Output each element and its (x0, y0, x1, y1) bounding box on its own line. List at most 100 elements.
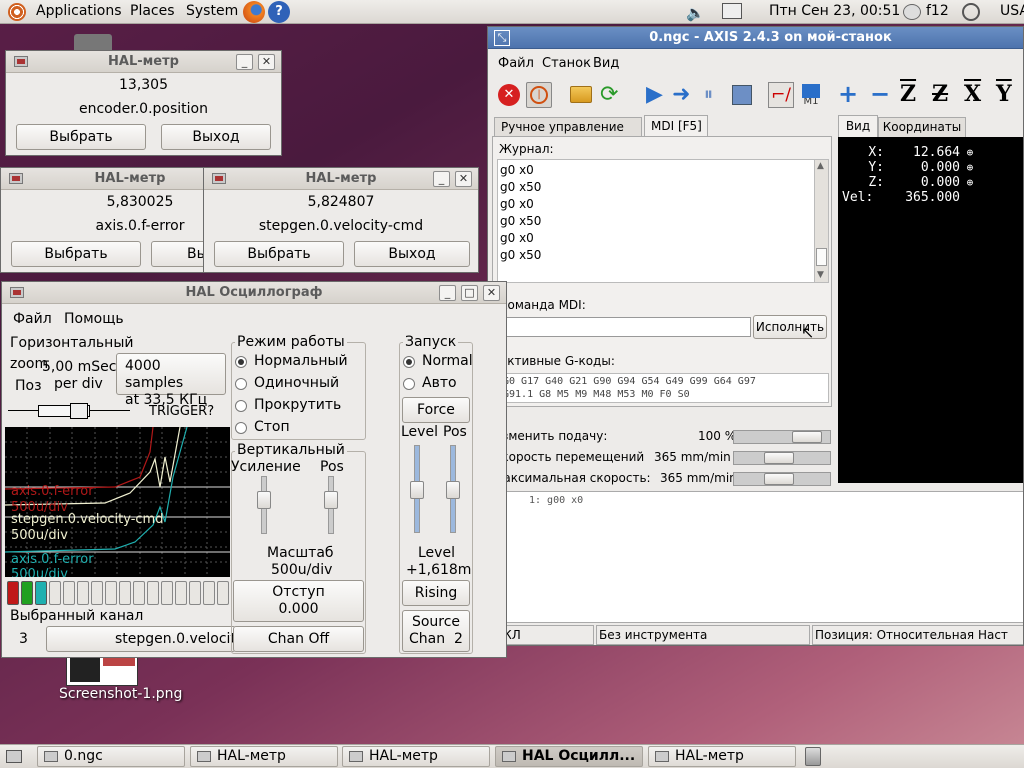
journal-entry[interactable]: g0 x50 (500, 213, 541, 230)
estop-icon[interactable]: ✕ (498, 84, 520, 106)
applications-menu[interactable]: Applications (36, 3, 122, 19)
mode-single-radio[interactable] (235, 378, 247, 390)
jog-speed-slider[interactable] (733, 451, 831, 465)
channel-7-button[interactable] (91, 581, 103, 605)
offset-button[interactable]: Отступ 0.000 (233, 580, 364, 622)
slider-thumb[interactable] (257, 491, 271, 509)
run-auto-radio[interactable] (403, 378, 415, 390)
run-normal-label[interactable]: Normal (422, 353, 473, 369)
clock[interactable]: Птн Сен 23, 00:51 (769, 3, 900, 19)
max-velocity-slider[interactable] (733, 472, 831, 486)
slider-thumb[interactable] (324, 491, 338, 509)
position-slider[interactable] (8, 403, 130, 419)
journal-entry[interactable]: g0 x0 (500, 162, 541, 179)
run-icon[interactable]: ▶ (646, 82, 663, 107)
force-button[interactable]: Force (402, 397, 470, 423)
channel-16-button[interactable] (217, 581, 229, 605)
select-button[interactable]: Выбрать (214, 241, 344, 267)
journal-entry[interactable]: g0 x50 (500, 179, 541, 196)
mode-stop-label[interactable]: Стоп (254, 419, 290, 435)
titlebar[interactable]: HAL Осциллограф _ □ ✕ (2, 282, 506, 304)
select-button[interactable]: Выбрать (16, 124, 146, 150)
minimize-icon[interactable]: _ (433, 171, 450, 187)
menu-file[interactable]: Файл (498, 56, 534, 71)
power-icon[interactable] (962, 3, 980, 21)
channel-4-button[interactable] (49, 581, 61, 605)
exit-button[interactable]: Выход (161, 124, 271, 150)
feed-override-slider[interactable] (733, 430, 831, 444)
tab-manual[interactable]: Ручное управление [F3] (494, 117, 642, 153)
titlebar[interactable]: HAL-метр _ ✕ (204, 168, 478, 190)
mode-roll-radio[interactable] (235, 400, 247, 412)
run-normal-radio[interactable] (403, 356, 415, 368)
close-icon[interactable]: ✕ (258, 54, 275, 70)
slider-thumb[interactable] (764, 452, 794, 464)
tab-coordinates[interactable]: Координаты (878, 117, 966, 137)
close-icon[interactable]: ✕ (483, 285, 500, 301)
mode-normal-label[interactable]: Нормальный (254, 353, 348, 369)
zoom-out-icon[interactable]: − (870, 80, 890, 108)
slider-thumb[interactable] (446, 481, 460, 499)
titlebar[interactable]: HAL-метр _ ✕ (6, 51, 281, 73)
execute-button[interactable]: Исполнить (753, 315, 827, 339)
taskbar-item-hal-meter-3[interactable]: HAL-метр (648, 746, 796, 767)
minimize-icon[interactable]: _ (439, 285, 456, 301)
show-desktop-icon[interactable] (6, 750, 22, 763)
channel-2-button[interactable] (21, 581, 33, 605)
scope-menu-help[interactable]: Помощь (64, 311, 124, 327)
places-menu[interactable]: Places (130, 3, 175, 19)
maximize-icon[interactable]: □ (461, 285, 478, 301)
reload-icon[interactable]: ⟳ (600, 82, 618, 107)
samples-button[interactable]: 4000 samples at 33,5 КГц (116, 353, 226, 408)
scroll-up-icon[interactable]: ▲ (817, 161, 824, 171)
weather-label[interactable]: f12 (926, 3, 949, 19)
close-icon[interactable]: ✕ (455, 171, 472, 187)
channel-14-button[interactable] (189, 581, 201, 605)
taskbar-item-hal-meter-1[interactable]: HAL-метр (190, 746, 338, 767)
keyboard-layout[interactable]: USA (1000, 3, 1024, 19)
mode-normal-radio[interactable] (235, 356, 247, 368)
preview-canvas[interactable]: X: 12.664 ⊕ Y: 0.000 ⊕ Z: 0.000 ⊕ Vel: 365.000 (838, 137, 1023, 483)
channel-12-button[interactable] (161, 581, 173, 605)
mode-roll-label[interactable]: Прокрутить (254, 397, 341, 413)
scroll-thumb[interactable] (816, 248, 827, 266)
run-auto-label[interactable]: Авто (422, 375, 457, 391)
optional-stop-icon[interactable]: M1 (798, 82, 824, 108)
journal-entry[interactable]: g0 x0 (500, 196, 541, 213)
journal-scrollbar[interactable]: ▲ ▼ (814, 160, 828, 282)
channel-10-button[interactable] (133, 581, 145, 605)
trigger-pos-slider[interactable] (446, 445, 460, 533)
slider-thumb[interactable] (410, 481, 424, 499)
channel-11-button[interactable] (147, 581, 159, 605)
zoom-in-icon[interactable]: + (838, 80, 858, 108)
channel-6-button[interactable] (77, 581, 89, 605)
program-text[interactable]: 1: g00 x0 (492, 491, 1023, 623)
menu-view[interactable]: Вид (593, 56, 619, 71)
trigger-level-slider[interactable] (410, 445, 424, 533)
view-x-icon[interactable]: X (964, 81, 981, 107)
vpos-slider[interactable] (324, 476, 338, 534)
view-z2-icon[interactable]: Z (932, 81, 948, 107)
channel-3-button[interactable] (35, 581, 47, 605)
source-button[interactable]: Source Chan 2 (402, 610, 470, 652)
machine-power-icon[interactable]: | (526, 82, 552, 108)
rising-button[interactable]: Rising (402, 580, 470, 606)
trash-icon[interactable] (805, 747, 821, 766)
block-delete-icon[interactable]: ⌐/ (768, 82, 794, 108)
volume-icon[interactable]: 🔈 (686, 4, 705, 22)
channel-8-button[interactable] (105, 581, 117, 605)
channel-9-button[interactable] (119, 581, 131, 605)
taskbar-item-hal-meter-2[interactable]: HAL-метр (342, 746, 490, 767)
chan-off-button[interactable]: Chan Off (233, 626, 364, 652)
mode-single-label[interactable]: Одиночный (254, 375, 339, 391)
tab-mdi[interactable]: MDI [F5] (644, 115, 708, 137)
scroll-down-icon[interactable]: ▼ (817, 270, 824, 280)
scope-display[interactable]: axis.0.f-error 500u/div stepgen.0.veloci… (5, 427, 230, 577)
channel-15-button[interactable] (203, 581, 215, 605)
weather-icon[interactable] (903, 4, 921, 20)
view-z-icon[interactable]: Z (900, 81, 916, 107)
view-y-icon[interactable]: Y (996, 81, 1012, 107)
ubuntu-logo-icon[interactable] (8, 3, 26, 21)
slider-thumb[interactable] (792, 431, 822, 443)
gain-slider[interactable] (257, 476, 271, 534)
